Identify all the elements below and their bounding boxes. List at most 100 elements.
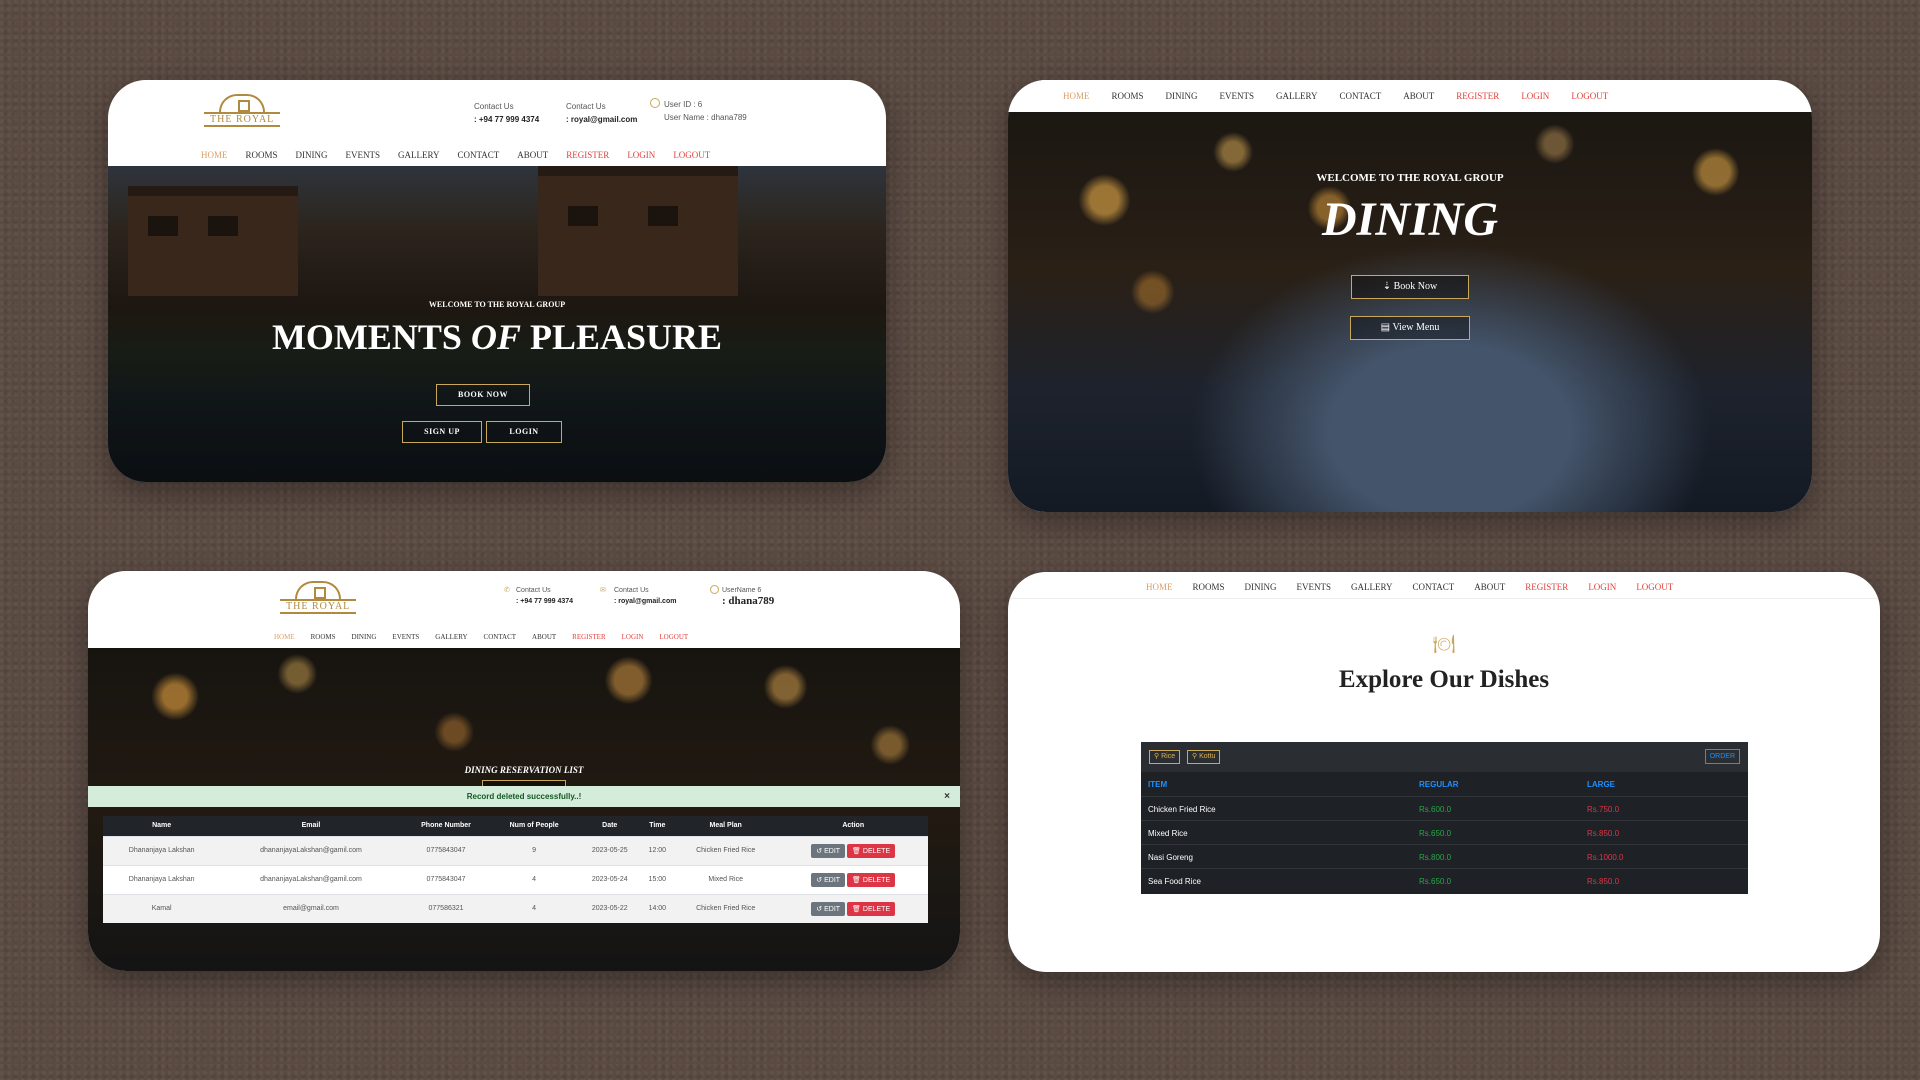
menu-book-icon: ▤ <box>1380 322 1393 333</box>
edit-button[interactable]: ↺ EDIT <box>811 843 846 858</box>
nav-logout[interactable]: LOGOUT <box>673 150 710 160</box>
edit-button[interactable]: ↺ EDIT <box>811 872 846 887</box>
nav-logout[interactable]: LOGOUT <box>1571 91 1608 101</box>
contact-phone: ✆ Contact Us : +94 77 999 4374 <box>504 587 574 605</box>
nav-home[interactable]: HOME <box>1063 91 1090 101</box>
nav-events[interactable]: EVENTS <box>346 150 381 160</box>
welcome-text: WELCOME TO THE ROYAL GROUP <box>1316 172 1504 184</box>
top-nav-bar: HOME ROOMS DINING EVENTS GALLERY CONTACT… <box>1008 80 1812 112</box>
user-icon <box>710 585 719 594</box>
dishes-page-panel: HOME ROOMS DINING EVENTS GALLERY CONTACT… <box>1008 572 1880 972</box>
nav-contact[interactable]: CONTACT <box>458 150 500 160</box>
dining-hero-banner: WELCOME TO THE ROYAL GROUP DINING ⇣ Book… <box>1008 112 1812 512</box>
nav-home[interactable]: HOME <box>201 150 228 160</box>
nav-register[interactable]: REGISTER <box>1525 582 1568 592</box>
login-button[interactable]: LOGIN <box>486 421 562 443</box>
dining-page-panel: HOME ROOMS DINING EVENTS GALLERY CONTACT… <box>1008 80 1812 512</box>
home-page-panel: THE ROYAL Contact Us : +94 77 999 4374 C… <box>108 80 886 482</box>
main-nav: HOME ROOMS DINING EVENTS GALLERY CONTACT… <box>1063 91 1608 101</box>
filter-rice[interactable]: ⚲ Rice <box>1149 750 1181 764</box>
nav-about[interactable]: ABOUT <box>1403 91 1434 101</box>
delete-button[interactable]: 🗑 DELETE <box>847 872 896 887</box>
nav-rooms[interactable]: ROOMS <box>1112 91 1144 101</box>
main-nav: HOME ROOMS DINING EVENTS GALLERY CONTACT… <box>201 150 710 160</box>
edit-button[interactable]: ↺ EDIT <box>811 901 846 916</box>
dish-row[interactable]: Chicken Fried Rice Rs.600.0 Rs.750.0 <box>1141 796 1748 820</box>
cutlery-plate-icon: 🍽 <box>1432 634 1456 654</box>
mail-icon: ✉ <box>600 587 606 594</box>
royal-logo[interactable]: THE ROYAL <box>204 94 281 127</box>
nav-contact[interactable]: CONTACT <box>484 633 517 641</box>
nav-gallery[interactable]: GALLERY <box>1351 582 1393 592</box>
page-title: Explore Our Dishes <box>1338 666 1550 693</box>
nav-login[interactable]: LOGIN <box>622 633 644 641</box>
nav-gallery[interactable]: GALLERY <box>1276 91 1318 101</box>
table-row: Dhananjaya Lakshan dhananjayaLakshan@gam… <box>103 835 928 865</box>
nav-gallery[interactable]: GALLERY <box>398 150 440 160</box>
dishes-table: ⚲ Rice ⚲ Kottu ORDER ITEM REGULAR LARGE … <box>1141 742 1748 894</box>
reservation-table: Name Email Phone Number Num of People Da… <box>103 816 928 923</box>
crown-icon <box>219 94 266 112</box>
contact-phone: Contact Us : +94 77 999 4374 <box>474 102 540 124</box>
table-row: Kamal email@gmail.com 077586321 4 2023-0… <box>103 893 928 923</box>
close-icon[interactable]: × <box>944 786 950 807</box>
crown-icon <box>295 581 342 599</box>
nav-rooms[interactable]: ROOMS <box>1193 582 1225 592</box>
dining-title: DINING <box>1321 193 1498 246</box>
order-button[interactable]: ORDER <box>1704 749 1740 764</box>
nav-login[interactable]: LOGIN <box>1588 582 1616 592</box>
hero-headline: MOMENTS OF PLEASURE <box>271 317 723 357</box>
nav-home[interactable]: HOME <box>274 633 295 641</box>
delete-button[interactable]: 🗑 DELETE <box>847 843 896 858</box>
user-info: User ID : 6 User Name : dhana789 <box>650 98 747 124</box>
view-menu-button[interactable]: ▤ View Menu <box>1350 316 1470 340</box>
nav-dining[interactable]: DINING <box>352 633 377 641</box>
nav-dining[interactable]: DINING <box>296 150 328 160</box>
delete-button[interactable]: 🗑 DELETE <box>847 901 896 916</box>
dish-row[interactable]: Nasi Goreng Rs.800.0 Rs.1000.0 <box>1141 844 1748 868</box>
section-title: DINING RESERVATION LIST <box>464 765 584 775</box>
nav-register[interactable]: REGISTER <box>566 150 609 160</box>
main-nav: HOME ROOMS DINING EVENTS GALLERY CONTACT… <box>1146 582 1673 592</box>
nav-gallery[interactable]: GALLERY <box>435 633 467 641</box>
nav-events[interactable]: EVENTS <box>1220 91 1255 101</box>
nav-logout[interactable]: LOGOUT <box>1636 582 1673 592</box>
nav-logout[interactable]: LOGOUT <box>659 633 688 641</box>
dish-row[interactable]: Sea Food Rice Rs.650.0 Rs.850.0 <box>1141 868 1748 892</box>
success-alert: Record deleted successfully..! × <box>88 786 960 807</box>
chevron-down-icon: ⇣ <box>1382 281 1394 292</box>
nav-dining[interactable]: DINING <box>1166 91 1198 101</box>
user-icon <box>650 98 660 108</box>
book-now-button[interactable]: BOOK NOW <box>436 384 530 406</box>
nav-about[interactable]: ABOUT <box>517 150 548 160</box>
sign-up-button[interactable]: SIGN UP <box>402 421 482 443</box>
nav-register[interactable]: REGISTER <box>1456 91 1499 101</box>
nav-rooms[interactable]: ROOMS <box>246 150 278 160</box>
contact-email: Contact Us : royal@gmail.com <box>566 102 638 124</box>
main-nav: HOME ROOMS DINING EVENTS GALLERY CONTACT… <box>274 633 688 641</box>
nav-contact[interactable]: CONTACT <box>1413 582 1455 592</box>
hero-banner: WELCOME TO THE ROYAL GROUP MOMENTS OF PL… <box>108 166 886 482</box>
filter-bar: ⚲ Rice ⚲ Kottu ORDER <box>1141 742 1748 772</box>
nav-events[interactable]: EVENTS <box>1297 582 1332 592</box>
nav-events[interactable]: EVENTS <box>392 633 419 641</box>
nav-contact[interactable]: CONTACT <box>1340 91 1382 101</box>
contact-email: ✉ Contact Us : royal@gmail.com <box>600 587 677 605</box>
nav-rooms[interactable]: ROOMS <box>311 633 336 641</box>
nav-about[interactable]: ABOUT <box>1474 582 1505 592</box>
book-now-button[interactable]: ⇣ Book Now <box>1351 275 1469 299</box>
nav-login[interactable]: LOGIN <box>627 150 655 160</box>
dish-row[interactable]: Mixed Rice Rs.650.0 Rs.850.0 <box>1141 820 1748 844</box>
phone-icon: ✆ <box>504 587 510 594</box>
nav-dining[interactable]: DINING <box>1245 582 1277 592</box>
nav-about[interactable]: ABOUT <box>532 633 556 641</box>
nav-login[interactable]: LOGIN <box>1521 91 1549 101</box>
reservation-hero: DINING RESERVATION LIST + ADD NEW Record… <box>88 648 960 971</box>
nav-home[interactable]: HOME <box>1146 582 1173 592</box>
welcome-text: WELCOME TO THE ROYAL GROUP <box>428 300 566 309</box>
royal-logo[interactable]: THE ROYAL <box>280 581 357 614</box>
table-row: Dhananjaya Lakshan dhananjayaLakshan@gam… <box>103 864 928 894</box>
nav-register[interactable]: REGISTER <box>572 633 605 641</box>
filter-kottu[interactable]: ⚲ Kottu <box>1187 750 1221 764</box>
user-info: UserName 6 : dhana789 <box>710 585 774 608</box>
